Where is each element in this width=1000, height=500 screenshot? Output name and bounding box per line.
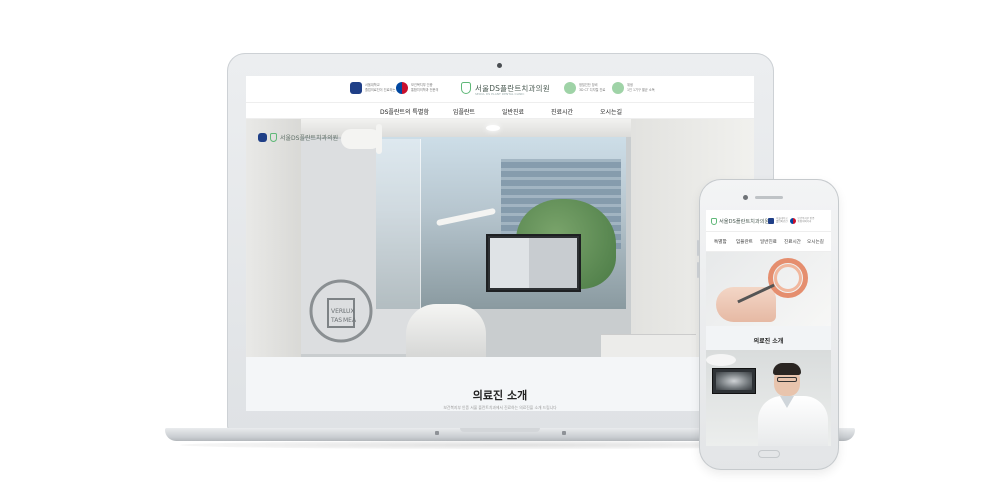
hero-wall-left [246, 119, 301, 357]
nav-implant[interactable]: 임플란트 [453, 107, 475, 116]
laptop-foot-right [562, 431, 566, 435]
doctor-glasses [777, 377, 797, 382]
doctor-hair [773, 363, 801, 375]
site-header: 서울대학교 졸업의료진이 진료하는 치과 보건복지부 인증 통합치의학과 전문의… [246, 76, 754, 102]
site-logo[interactable]: 서울DS플란트치과의원 SEOUL DS PLANT DENTAL CLINIC [461, 82, 550, 96]
dental-light-icon [341, 129, 381, 149]
badge-snu: 서울대학교 졸업의료진이 진료하는 치과 [350, 82, 402, 94]
dental-cabinet [601, 334, 696, 357]
nav-hours[interactable]: 진료시간 [551, 107, 573, 116]
doctor-coat [758, 396, 828, 446]
badge-ct-line-2: 3D CT 디지털 진료 [579, 87, 606, 92]
badge-ct-line-1: 정밀진단 장비 [579, 82, 598, 87]
mobile-nav-location[interactable]: 오시는길 [807, 239, 824, 245]
tooth-logo-icon [461, 82, 471, 94]
phone-volume-up [697, 240, 699, 256]
ct-equipment-icon [564, 82, 576, 94]
mobile-hero-image [706, 252, 831, 326]
laptop-foot-left [435, 431, 439, 435]
dental-arm [376, 124, 382, 154]
mobile-nav-general[interactable]: 일반진료 [760, 239, 777, 245]
hero-logo: 서울DS플란트치과의원 [258, 133, 338, 142]
site-nav: DS플란트의 특별함 임플란트 일반진료 진료시간 오시는길 [246, 102, 754, 119]
laptop-screen: 서울대학교 졸업의료진이 진료하는 치과 보건복지부 인증 통합치의학과 전문의… [246, 76, 754, 411]
xray-image [716, 372, 752, 390]
badge-mohw: 보건복지부 인증 통합치의학과 전문의 [396, 82, 438, 94]
mobile-badges: 서울대학교 졸업의료진 보건복지부 인증 통합치의학과 [768, 217, 814, 224]
mobile-hero-hand [716, 287, 776, 322]
badge-mohw-line-1: 보건복지부 인증 [411, 82, 433, 87]
mobile-header: 서울DS플란트치과의원 서울대학교 졸업의료진 보건복지부 인증 통합치의학과 [706, 210, 831, 232]
webcam [497, 63, 502, 68]
badge-ct: 정밀진단 장비 3D CT 디지털 진료 [564, 82, 605, 94]
intro-section: 의료진 소개 보건복지부 인증 서울 플란트치과에서 진료하는 의료진을 소개 … [246, 357, 754, 411]
dental-model-inner [774, 264, 802, 292]
hero-tooth-icon [270, 133, 277, 142]
mobile-nav-hours[interactable]: 진료시간 [784, 239, 801, 245]
nav-general[interactable]: 일반진료 [502, 107, 524, 116]
ceiling-light-icon [486, 125, 500, 131]
hero-snu-icon [258, 133, 267, 142]
phone-speaker [755, 196, 783, 199]
badge-hygiene: 위생 1인 1기구 멸균 소독 [612, 82, 655, 94]
badge-hygiene-line-1: 위생 [627, 82, 633, 87]
dental-chair [406, 304, 486, 357]
badge-mohw-line-2: 통합치의학과 전문의 [411, 87, 439, 92]
mobile-taegeuk-icon [789, 218, 796, 224]
mobile-snu-icon [768, 218, 774, 224]
university-seal-icon: VERI LUX TAS MEA [309, 279, 373, 343]
phone-volume-down [697, 262, 699, 278]
mobile-doctor-image [706, 350, 831, 446]
seal-word-2: LUX [343, 308, 355, 315]
mobile-tooth-logo-icon [711, 218, 717, 225]
mobile-nav-special[interactable]: 특별함 [714, 239, 727, 245]
monitor-screen [490, 238, 577, 288]
mobile-badge-2-line-2: 통합치의학과 [797, 220, 812, 223]
intro-title: 의료진 소개 [472, 389, 528, 402]
phone-home-button[interactable] [758, 450, 780, 458]
hero-logo-text: 서울DS플란트치과의원 [280, 135, 339, 142]
snu-emblem-icon [350, 82, 362, 94]
mobile-brand-name: 서울DS플란트치과의원 [719, 219, 770, 225]
intro-description: 보건복지부 인증 서울 플란트치과에서 진료하는 의료진을 소개 드립니다 [443, 405, 557, 410]
nav-location[interactable]: 오시는길 [600, 107, 622, 116]
mobile-nav: 특별함 임플란트 일반진료 진료시간 오시는길 [706, 232, 831, 252]
seal-word-3: TAS [330, 317, 342, 324]
mobile-lamp [706, 354, 736, 366]
nav-special[interactable]: DS플란트의 특별함 [380, 107, 429, 116]
phone-screen: 서울DS플란트치과의원 서울대학교 졸업의료진 보건복지부 인증 통합치의학과 … [706, 210, 831, 446]
mobile-badge-1-line-2: 졸업의료진 [776, 220, 788, 223]
mobile-nav-implant[interactable]: 임플란트 [736, 239, 753, 245]
mobile-intro-title: 의료진 소개 [753, 338, 784, 345]
laptop-notch [460, 428, 540, 432]
seal-word-4: MEA [343, 317, 357, 324]
badge-hygiene-line-2: 1인 1기구 멸균 소독 [627, 87, 655, 92]
taegeuk-emblem-icon [396, 82, 408, 94]
site-brand-sub: SEOUL DS PLANT DENTAL CLINIC [475, 92, 525, 96]
hero-image: VERI LUX TAS MEA 서울DS플란트치과의원 [246, 119, 754, 357]
mobile-intro-section: 의료진 소개 [706, 326, 831, 350]
phone-camera-icon [743, 195, 748, 200]
sterilize-icon [612, 82, 624, 94]
mobile-logo[interactable]: 서울DS플란트치과의원 [711, 218, 769, 225]
